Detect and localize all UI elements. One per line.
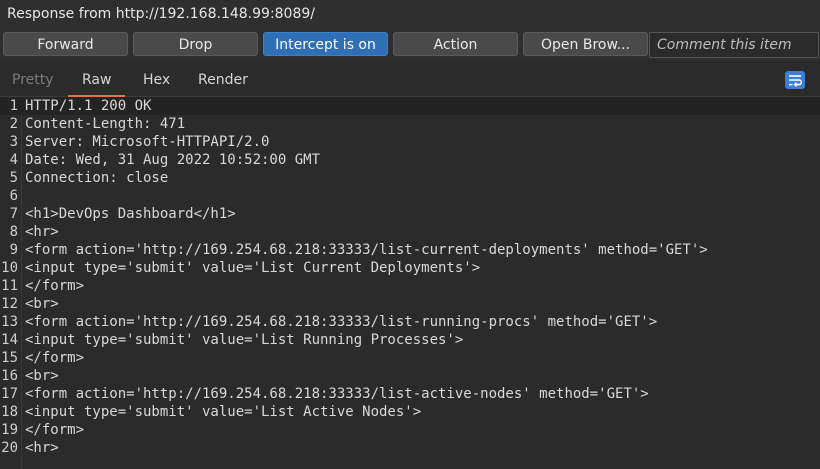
title-bar: Response from http://192.168.148.99:8089… <box>0 0 820 30</box>
line-text: <input type='submit' value='List Current… <box>25 260 481 276</box>
line-number: 4 <box>9 152 18 168</box>
line-text: <input type='submit' value='List Running… <box>25 332 464 348</box>
line-number: 9 <box>9 242 18 258</box>
line-text: <h1>DevOps Dashboard</h1> <box>25 206 236 222</box>
code-line[interactable]: 16 <br> <box>0 367 820 385</box>
line-text: <br> <box>25 296 59 312</box>
line-text: </form> <box>25 422 85 438</box>
drop-button[interactable]: Drop <box>133 32 258 56</box>
line-number: 15 <box>1 350 18 366</box>
response-editor[interactable]: 1 HTTP/1.1 200 OK 2 Content-Length: 471 3 Ser… <box>0 97 820 469</box>
line-text: Date: Wed, 31 Aug 2022 10:52:00 GMT <box>25 152 321 168</box>
wrap-lines-icon[interactable] <box>785 71 805 89</box>
line-text: <form action='http://169.254.68.218:3333… <box>25 314 658 330</box>
code-line[interactable]: 19 </form> <box>0 421 820 439</box>
line-number: 20 <box>1 440 18 456</box>
code-line[interactable]: 8 <hr> <box>0 223 820 241</box>
line-number: 11 <box>1 278 18 294</box>
line-number: 13 <box>1 314 18 330</box>
tab-render[interactable]: Render <box>198 72 248 88</box>
code-line[interactable]: 4 Date: Wed, 31 Aug 2022 10:52:00 GMT <box>0 151 820 169</box>
line-text: </form> <box>25 278 85 294</box>
line-number: 19 <box>1 422 18 438</box>
line-number: 2 <box>9 116 18 132</box>
line-text: Connection: close <box>25 170 169 186</box>
line-number: 3 <box>9 134 18 150</box>
line-number: 1 <box>9 98 18 114</box>
line-text: <hr> <box>25 440 59 456</box>
code-line[interactable]: 3 Server: Microsoft-HTTPAPI/2.0 <box>0 133 820 151</box>
code-line[interactable]: 18 <input type='submit' value='List Activ… <box>0 403 820 421</box>
line-text: <input type='submit' value='List Active … <box>25 404 422 420</box>
code-line[interactable]: 20 <hr> <box>0 439 820 457</box>
code-line[interactable]: 12 <br> <box>0 295 820 313</box>
line-number: 16 <box>1 368 18 384</box>
line-number: 17 <box>1 386 18 402</box>
code-line[interactable]: 14 <input type='submit' value='List Runni… <box>0 331 820 349</box>
line-number: 14 <box>1 332 18 348</box>
line-text: <hr> <box>25 224 59 240</box>
code-line[interactable]: 17 <form action='http://169.254.68.218:33… <box>0 385 820 403</box>
line-number: 5 <box>9 170 18 186</box>
line-number: 12 <box>1 296 18 312</box>
line-number: 7 <box>9 206 18 222</box>
tab-hex[interactable]: Hex <box>143 72 170 88</box>
forward-button[interactable]: Forward <box>3 32 128 56</box>
line-text: Server: Microsoft-HTTPAPI/2.0 <box>25 134 270 150</box>
code-line[interactable]: 10 <input type='submit' value='List Curre… <box>0 259 820 277</box>
window-title: Response from http://192.168.148.99:8089… <box>7 6 315 22</box>
message-view-tabs: Pretty Raw Hex Render <box>0 64 820 97</box>
line-number: 6 <box>9 188 18 204</box>
line-text: <form action='http://169.254.68.218:3333… <box>25 242 708 258</box>
line-number: 10 <box>1 260 18 276</box>
code-line[interactable]: 6 <box>0 187 820 205</box>
line-number: 18 <box>1 404 18 420</box>
open-browser-button[interactable]: Open Brow... <box>523 32 648 56</box>
line-text: <br> <box>25 368 59 384</box>
tab-raw[interactable]: Raw <box>67 72 127 97</box>
line-text: HTTP/1.1 200 OK <box>25 98 152 114</box>
line-text: </form> <box>25 350 85 366</box>
comment-input[interactable]: Comment this item <box>649 32 819 58</box>
code-line[interactable]: 5 Connection: close <box>0 169 820 187</box>
line-text: Content-Length: 471 <box>25 116 186 132</box>
intercept-toggle-button[interactable]: Intercept is on <box>263 32 388 56</box>
toolbar: Forward Drop Intercept is on Action Open… <box>0 30 820 60</box>
code-line[interactable]: 2 Content-Length: 471 <box>0 115 820 133</box>
tab-pretty[interactable]: Pretty <box>12 72 54 88</box>
code-line[interactable]: 15 </form> <box>0 349 820 367</box>
line-number: 8 <box>9 224 18 240</box>
code-line[interactable]: 13 <form action='http://169.254.68.218:33… <box>0 313 820 331</box>
action-button[interactable]: Action <box>393 32 518 56</box>
code-line[interactable]: 9 <form action='http://169.254.68.218:333… <box>0 241 820 259</box>
code-line[interactable]: 11 </form> <box>0 277 820 295</box>
line-text: <form action='http://169.254.68.218:3333… <box>25 386 649 402</box>
code-line[interactable]: 7 <h1>DevOps Dashboard</h1> <box>0 205 820 223</box>
code-line[interactable]: 1 HTTP/1.1 200 OK <box>0 97 820 115</box>
